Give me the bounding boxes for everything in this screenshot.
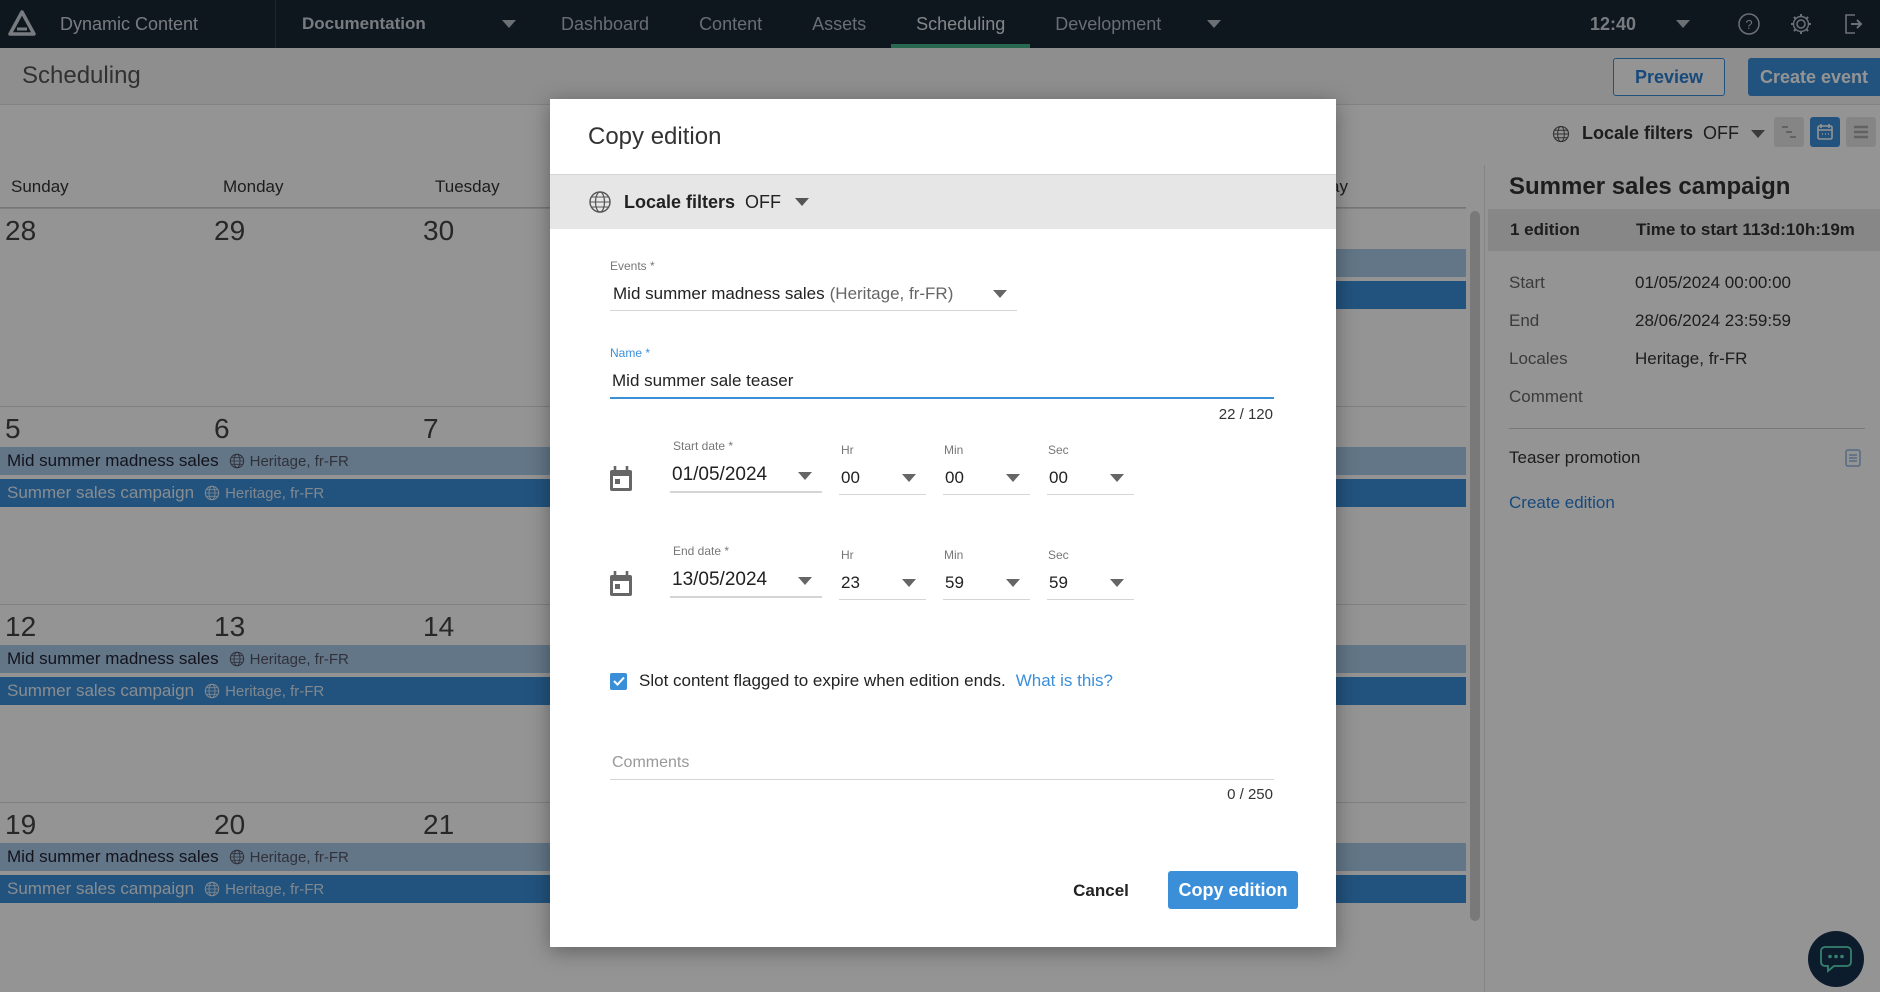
end-date-label: End date * [673, 544, 730, 558]
start-hour-select[interactable]: 00 [839, 461, 926, 495]
chevron-down-icon [795, 198, 810, 206]
expire-checkbox[interactable] [610, 672, 627, 690]
start-date-label: Start date * [673, 439, 734, 453]
name-char-counter: 22 / 120 [1218, 406, 1273, 423]
events-label: Events * [610, 259, 655, 273]
cancel-button[interactable]: Cancel [1064, 872, 1138, 910]
end-second-select[interactable]: 59 [1047, 566, 1134, 600]
start-calendar-icon[interactable] [608, 465, 634, 493]
start-minute-value: 00 [945, 467, 964, 487]
chevron-down-icon [798, 472, 812, 480]
end-calendar-icon[interactable] [608, 570, 634, 598]
chevron-down-icon [1110, 474, 1124, 482]
what-is-this-link[interactable]: What is this? [1016, 671, 1113, 691]
dialog-locale-filter[interactable]: Locale filters OFF [550, 174, 1336, 229]
name-label: Name * [610, 346, 651, 360]
chevron-down-icon [1110, 579, 1124, 587]
checkmark-icon [612, 676, 625, 686]
chevron-down-icon [798, 577, 812, 585]
end-second-value: 59 [1049, 572, 1068, 592]
start-date-select[interactable]: 01/05/2024 [670, 459, 822, 493]
name-input[interactable]: Mid summer sale teaser [610, 367, 1274, 399]
dialog-title: Copy edition [588, 123, 722, 150]
chevron-down-icon [1006, 579, 1020, 587]
start-minute-select[interactable]: 00 [943, 461, 1030, 495]
copy-edition-button[interactable]: Copy edition [1168, 871, 1298, 909]
start-hr-label: Hr [841, 443, 854, 457]
start-date-value: 01/05/2024 [672, 464, 768, 485]
chevron-down-icon [1006, 474, 1020, 482]
end-minute-value: 59 [945, 572, 964, 592]
copy-edition-dialog: Copy edition Locale filters OFF Events *… [550, 99, 1336, 947]
events-select[interactable]: Mid summer madness sales (Heritage, fr-F… [610, 277, 1017, 311]
end-hour-select[interactable]: 23 [839, 566, 926, 600]
chevron-down-icon [902, 579, 916, 587]
expire-option: Slot content flagged to expire when edit… [610, 671, 1113, 691]
end-hr-label: Hr [841, 548, 854, 562]
end-hour-value: 23 [841, 572, 860, 592]
end-date-value: 13/05/2024 [672, 569, 768, 590]
end-date-select[interactable]: 13/05/2024 [670, 564, 822, 598]
start-second-value: 00 [1049, 467, 1068, 487]
end-sec-label: Sec [1048, 548, 1069, 562]
start-sec-label: Sec [1048, 443, 1069, 457]
expire-label: Slot content flagged to expire when edit… [639, 671, 1006, 690]
globe-icon [589, 191, 611, 213]
start-min-label: Min [944, 443, 964, 457]
end-minute-select[interactable]: 59 [943, 566, 1030, 600]
locale-filter-label: Locale filters [624, 191, 736, 212]
end-min-label: Min [944, 548, 964, 562]
chevron-down-icon [902, 474, 916, 482]
comments-input[interactable]: Comments [610, 750, 1274, 780]
start-second-select[interactable]: 00 [1047, 461, 1134, 495]
locale-filter-value: OFF [745, 191, 782, 212]
events-value-locales: (Heritage, fr-FR) [829, 283, 954, 303]
chevron-down-icon [993, 290, 1007, 298]
events-value: Mid summer madness sales [613, 283, 825, 303]
comments-char-counter: 0 / 250 [1227, 786, 1273, 803]
start-hour-value: 00 [841, 467, 860, 487]
